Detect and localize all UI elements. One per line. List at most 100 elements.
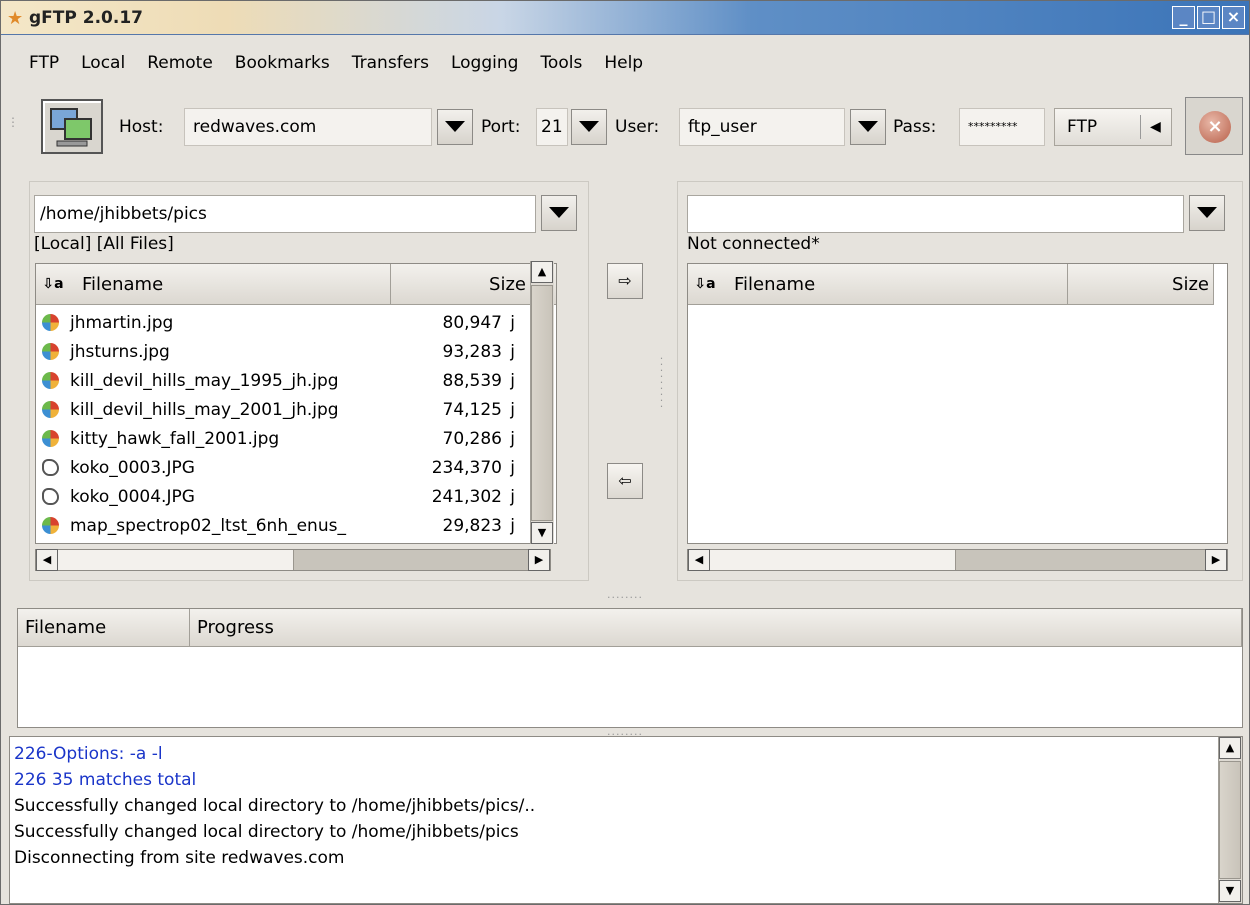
user-dropdown-button[interactable]: [850, 109, 886, 145]
image-icon: [42, 343, 59, 360]
file-name: koko_0004.JPG: [70, 487, 195, 507]
table-row[interactable]: kill_devil_hills_may_1995_jh.jpg 88,539 j: [36, 366, 556, 396]
user-input[interactable]: ftp_user: [679, 108, 845, 146]
host-input[interactable]: redwaves.com: [184, 108, 432, 146]
chevron-down-icon: [549, 207, 569, 218]
image-icon: [42, 401, 59, 418]
file-name: koko_0003.JPG: [70, 458, 195, 478]
table-row[interactable]: map_spectrop02_ltst_6nh_enus_ 29,823 j: [36, 511, 556, 541]
local-vertical-scroll-thumb[interactable]: [531, 285, 553, 521]
log-line: 226-Options: -a -l: [14, 744, 163, 764]
scroll-up-icon[interactable]: ▲: [531, 261, 553, 283]
file-name: map_spectrop02_ltst_6nh_enus_: [70, 516, 346, 536]
table-row[interactable]: kill_devil_hills_may_2001_jh.jpg 74,125 j: [36, 395, 556, 425]
chevron-left-icon: ◀: [1150, 119, 1161, 135]
log-vertical-scroll-thumb[interactable]: [1219, 761, 1241, 879]
local-size-header-label: Size: [489, 274, 526, 295]
remote-horizontal-scrollbar[interactable]: ◀ ▶: [687, 549, 1228, 571]
menu-bookmarks[interactable]: Bookmarks: [224, 49, 341, 77]
scroll-left-icon[interactable]: ◀: [688, 549, 710, 571]
file-user: j: [510, 371, 515, 391]
password-input[interactable]: *********: [959, 108, 1045, 146]
log-vertical-scrollbar[interactable]: ▲ ▼: [1218, 737, 1242, 903]
scroll-right-icon[interactable]: ▶: [528, 549, 550, 571]
table-row[interactable]: jhmartin.jpg 80,947 j: [36, 308, 556, 338]
file-name: kitty_hawk_fall_2001.jpg: [70, 429, 280, 449]
sort-icon: ⇩a: [694, 276, 716, 292]
connect-button[interactable]: [41, 99, 103, 154]
local-filename-header[interactable]: ⇩a Filename: [36, 264, 391, 305]
arrow-left-icon: ⇦: [618, 471, 632, 490]
title-bar[interactable]: ★ gFTP 2.0.17 _ □ ×: [1, 1, 1249, 35]
port-input[interactable]: 21: [536, 108, 568, 146]
local-path-dropdown-button[interactable]: [541, 195, 577, 231]
menu-logging[interactable]: Logging: [440, 49, 529, 77]
chevron-down-icon: [1197, 207, 1217, 218]
chevron-down-icon: [445, 121, 465, 132]
file-size: 234,370: [431, 458, 502, 478]
port-label: Port:: [481, 117, 521, 137]
gftp-window: ★ gFTP 2.0.17 _ □ × FTP Local Remote Boo…: [0, 0, 1250, 905]
log-panel[interactable]: 226-Options: -a -l 226 35 matches total …: [9, 736, 1243, 904]
pane-resize-grip-icon[interactable]: · · · · · · · · ·: [659, 353, 665, 412]
remote-filename-header[interactable]: ⇩a Filename: [688, 264, 1068, 305]
user-label: User:: [615, 117, 660, 137]
menu-ftp[interactable]: FTP: [1, 49, 70, 77]
scroll-left-icon[interactable]: ◀: [36, 549, 58, 571]
upload-arrow-button[interactable]: ⇨: [607, 263, 643, 299]
log-line: Successfully changed local directory to …: [14, 796, 536, 816]
file-user: j: [510, 400, 515, 420]
transfer-filename-header[interactable]: Filename: [18, 609, 190, 647]
remote-file-list[interactable]: ⇩a Filename Size: [687, 263, 1228, 544]
scroll-down-icon[interactable]: ▼: [1219, 880, 1241, 902]
stop-button[interactable]: ×: [1185, 97, 1243, 155]
close-window-button[interactable]: ×: [1222, 6, 1245, 29]
protocol-select[interactable]: FTP ◀: [1054, 108, 1172, 146]
file-user: j: [510, 487, 515, 507]
remote-horizontal-scroll-thumb[interactable]: [710, 550, 956, 570]
remote-status: Not connected*: [687, 234, 820, 254]
local-path-input[interactable]: /home/jhibbets/pics: [34, 195, 536, 233]
remote-size-header[interactable]: Size: [1068, 264, 1214, 305]
file-size: 74,125: [442, 400, 502, 420]
transfer-list[interactable]: Filename Progress: [17, 608, 1243, 728]
log-line: 226 35 matches total: [14, 770, 197, 790]
table-row[interactable]: jhsturns.jpg 93,283 j: [36, 337, 556, 367]
local-size-header[interactable]: Size: [391, 264, 535, 305]
menu-tools[interactable]: Tools: [529, 49, 593, 77]
file-user: j: [510, 458, 515, 478]
host-dropdown-button[interactable]: [437, 109, 473, 145]
transfer-progress-header[interactable]: Progress: [190, 609, 1242, 647]
scroll-up-icon[interactable]: ▲: [1219, 737, 1241, 759]
file-icon: [42, 488, 59, 505]
local-file-list[interactable]: ⇩a Filename Size jhmartin.jpg 80,947 j jhs…: [35, 263, 557, 544]
window-title: gFTP 2.0.17: [29, 8, 143, 28]
pane-splitter-grip-icon[interactable]: ········: [607, 591, 643, 604]
scroll-down-icon[interactable]: ▼: [531, 522, 553, 544]
file-name: kill_devil_hills_may_2001_jh.jpg: [70, 400, 339, 420]
local-horizontal-scrollbar[interactable]: ◀ ▶: [35, 549, 551, 571]
local-horizontal-scroll-thumb[interactable]: [58, 550, 294, 570]
port-dropdown-button[interactable]: [571, 109, 607, 145]
table-row[interactable]: koko_0004.JPG 241,302 j: [36, 482, 556, 512]
file-user: j: [510, 516, 515, 536]
maximize-button[interactable]: □: [1197, 6, 1220, 29]
menu-remote[interactable]: Remote: [136, 49, 224, 77]
computers-icon: [50, 108, 92, 147]
table-row[interactable]: koko_0003.JPG 234,370 j: [36, 453, 556, 483]
file-size: 70,286: [442, 429, 502, 449]
menu-transfers[interactable]: Transfers: [341, 49, 440, 77]
remote-path-input[interactable]: [687, 195, 1184, 233]
download-arrow-button[interactable]: ⇦: [607, 463, 643, 499]
table-row[interactable]: kitty_hawk_fall_2001.jpg 70,286 j: [36, 424, 556, 454]
image-icon: [42, 314, 59, 331]
local-vertical-scrollbar[interactable]: ▲ ▼: [530, 261, 554, 544]
image-icon: [42, 517, 59, 534]
menu-local[interactable]: Local: [70, 49, 136, 77]
toolbar-grip-icon[interactable]: ⋮: [7, 115, 19, 129]
minimize-button[interactable]: _: [1172, 6, 1195, 29]
image-icon: [42, 372, 59, 389]
remote-path-dropdown-button[interactable]: [1189, 195, 1225, 231]
menu-help[interactable]: Help: [593, 49, 654, 77]
scroll-right-icon[interactable]: ▶: [1205, 549, 1227, 571]
